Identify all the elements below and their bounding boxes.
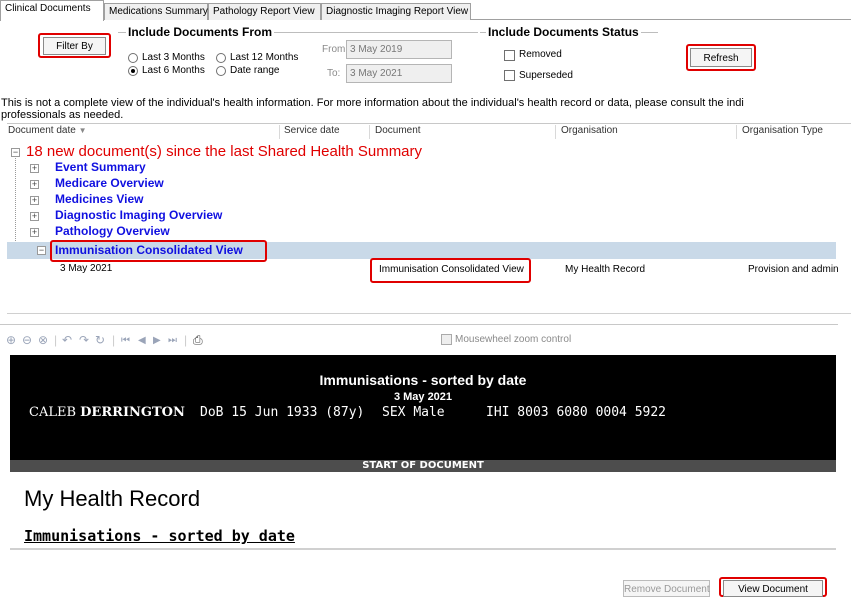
- expand-icon[interactable]: +: [30, 196, 39, 205]
- zoom-reset-icon[interactable]: ⊗: [38, 333, 48, 347]
- patient-dob: DoB 15 Jun 1933 (87y): [200, 405, 365, 420]
- disclaimer-line-1: This is not a complete view of the indiv…: [1, 97, 744, 109]
- tab-diagnostic-imaging-report-view[interactable]: Diagnostic Imaging Report View: [321, 3, 471, 20]
- column-separator: [369, 125, 370, 139]
- row-document-date: 3 May 2021: [60, 263, 113, 274]
- tab-strip: Clinical Documents Medications Summary P…: [0, 0, 851, 21]
- column-document[interactable]: Document: [375, 125, 421, 141]
- tree-line: [15, 158, 16, 251]
- column-organisation-type[interactable]: Organisation Type: [742, 125, 823, 141]
- removed-label: Removed: [519, 49, 562, 60]
- tree-item-pathology-overview[interactable]: Pathology Overview: [55, 224, 170, 238]
- new-documents-notice[interactable]: 18 new document(s) since the last Shared…: [26, 143, 422, 160]
- column-separator: [736, 125, 737, 139]
- radio-last-12-months[interactable]: [216, 53, 226, 63]
- to-label: To:: [327, 68, 341, 79]
- label-date-range: Date range: [230, 65, 280, 76]
- to-date-field[interactable]: 3 May 2021: [346, 64, 452, 83]
- mousewheel-zoom-label: Mousewheel zoom control: [455, 334, 572, 345]
- toolbar-separator: |: [184, 333, 188, 347]
- print-icon[interactable]: ⎙: [193, 333, 203, 348]
- document-header: Immunisations - sorted by date 3 May 202…: [10, 355, 836, 460]
- sex-value: Male: [413, 405, 445, 420]
- radio-last-6-months[interactable]: [128, 66, 138, 76]
- column-document-date-label: Document date: [8, 125, 76, 136]
- next-page-icon[interactable]: ▶: [153, 335, 161, 346]
- tab-clinical-documents[interactable]: Clinical Documents: [0, 0, 104, 21]
- radio-date-range[interactable]: [216, 66, 226, 76]
- label-last-3-months: Last 3 Months: [142, 52, 205, 63]
- previous-page-icon[interactable]: ◀: [138, 335, 146, 346]
- tree-item-medicines-view[interactable]: Medicines View: [55, 192, 143, 206]
- tree-item-immunisation-consolidated-view[interactable]: Immunisation Consolidated View: [55, 243, 243, 257]
- include-documents-from-title: Include Documents From: [126, 25, 275, 39]
- last-page-icon[interactable]: ⏭: [168, 335, 177, 346]
- expand-icon[interactable]: +: [30, 180, 39, 189]
- from-date-field[interactable]: 3 May 2019: [346, 40, 452, 59]
- superseded-checkbox[interactable]: [504, 70, 515, 81]
- row-organisation-type: Provision and admin: [748, 264, 839, 275]
- label-last-6-months: Last 6 Months: [142, 65, 205, 76]
- disclaimer-line-2: professionals as needed.: [1, 109, 124, 121]
- removed-checkbox[interactable]: [504, 50, 515, 61]
- rotate-icon[interactable]: ↻: [95, 333, 105, 347]
- column-organisation[interactable]: Organisation: [561, 125, 618, 141]
- disclaimer-notice: This is not a complete view of the indiv…: [1, 97, 851, 121]
- expand-icon[interactable]: +: [30, 164, 39, 173]
- document-subheading: Immunisations - sorted by date: [24, 527, 295, 545]
- sex-label: SEX: [382, 405, 406, 420]
- list-bottom-border: [7, 313, 851, 314]
- label-last-12-months: Last 12 Months: [230, 52, 299, 63]
- tab-pathology-report-view[interactable]: Pathology Report View: [208, 3, 321, 20]
- toolbar-separator: |: [54, 333, 58, 347]
- filter-by-button[interactable]: Filter By: [43, 37, 106, 55]
- view-document-button[interactable]: View Document: [723, 580, 823, 597]
- tree-item-event-summary[interactable]: Event Summary: [55, 160, 146, 174]
- radio-last-3-months[interactable]: [128, 53, 138, 63]
- zoom-out-icon[interactable]: ⊖: [22, 333, 32, 347]
- document-date: 3 May 2021: [393, 391, 453, 403]
- row-document[interactable]: Immunisation Consolidated View: [379, 264, 524, 275]
- document-title: Immunisations - sorted by date: [319, 372, 527, 388]
- zoom-in-icon[interactable]: ⊕: [6, 333, 16, 347]
- toolbar-separator: |: [112, 333, 116, 347]
- column-service-date[interactable]: Service date: [284, 125, 340, 141]
- column-document-date[interactable]: Document date ▼: [8, 125, 87, 141]
- column-separator: [555, 125, 556, 139]
- rotate-left-icon[interactable]: ↶: [62, 333, 72, 347]
- patient-first-name: CALEB: [29, 405, 77, 420]
- collapse-icon[interactable]: −: [37, 246, 46, 255]
- first-page-icon[interactable]: ⏮: [121, 335, 130, 346]
- superseded-label: Superseded: [519, 70, 573, 81]
- column-separator: [279, 125, 280, 139]
- expand-icon[interactable]: +: [30, 212, 39, 221]
- document-divider: [10, 548, 836, 550]
- sort-desc-icon: ▼: [78, 126, 87, 135]
- expand-icon[interactable]: +: [30, 228, 39, 237]
- refresh-button[interactable]: Refresh: [690, 48, 752, 67]
- include-documents-status-title: Include Documents Status: [486, 25, 641, 39]
- remove-document-button[interactable]: Remove Document: [623, 580, 710, 597]
- rotate-right-icon[interactable]: ↷: [79, 333, 89, 347]
- row-organisation: My Health Record: [565, 264, 646, 275]
- mousewheel-zoom-checkbox[interactable]: [441, 334, 452, 345]
- patient-name: CALEB DERRINGTON: [29, 405, 185, 420]
- list-top-border: [7, 123, 851, 124]
- tree-item-medicare-overview[interactable]: Medicare Overview: [55, 176, 164, 190]
- from-label: From:: [322, 44, 349, 55]
- tab-medications-summary[interactable]: Medications Summary: [104, 3, 208, 20]
- patient-ihi: IHI 8003 6080 0004 5922: [486, 405, 667, 420]
- tree-item-diagnostic-imaging-overview[interactable]: Diagnostic Imaging Overview: [55, 208, 222, 222]
- document-heading: My Health Record: [24, 486, 201, 511]
- collapse-icon[interactable]: −: [11, 148, 20, 157]
- patient-sex: SEX Male: [382, 405, 445, 420]
- patient-last-name: DERRINGTON: [80, 405, 185, 420]
- start-of-document-bar: START OF DOCUMENT: [10, 460, 836, 472]
